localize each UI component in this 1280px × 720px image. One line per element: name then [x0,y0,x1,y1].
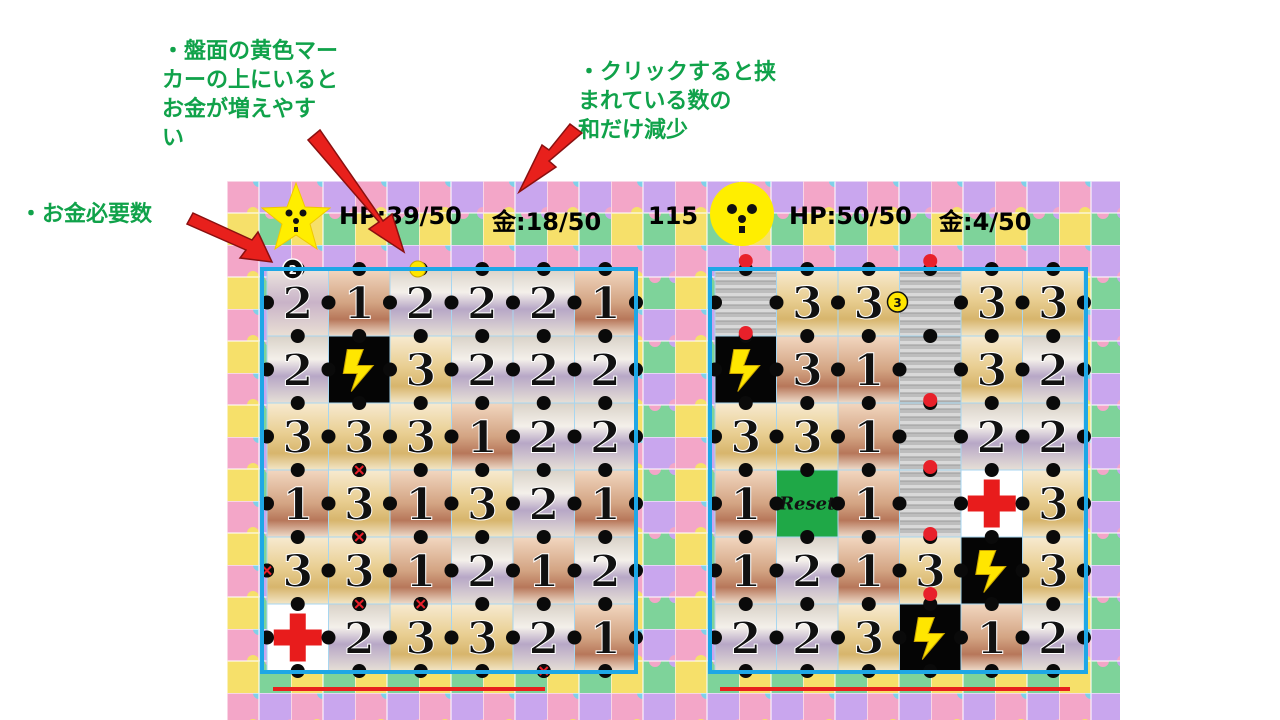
note-yellow-marker: ・盤面の黄色マー カーの上にいると お金が増えやす い [162,39,339,151]
enemy-hp: HP:50/50 [789,202,912,230]
right-underline [720,687,1070,691]
left-board [260,267,638,674]
note-click-effect: ・クリックすると挟 まれている数の 和だけ減少 [578,60,777,143]
player-money: 金:18/50 [492,208,602,236]
player-face-icon [261,181,331,251]
red-marker[interactable] [923,254,938,268]
right-board [708,267,1088,674]
turn-timer: 115 [648,202,699,230]
game-screen: 21222123222333122131321331212233212 3333… [227,181,1120,720]
red-marker[interactable] [738,254,753,268]
enemy-face-icon [710,182,774,246]
player-hp: HP:39/50 [339,202,462,230]
enemy-money: 金:4/50 [939,208,1032,236]
left-underline [273,687,545,691]
note-money-required: ・お金必要数 [20,202,153,227]
